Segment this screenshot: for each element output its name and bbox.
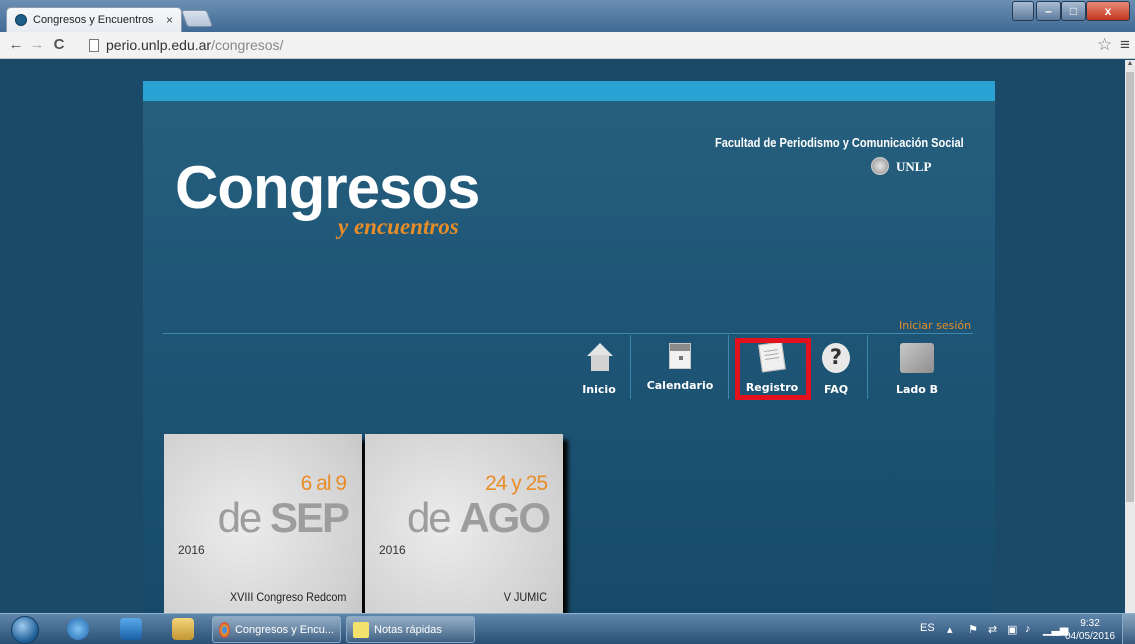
event-month-name: AGO <box>459 494 551 541</box>
event-month: de SEP <box>217 494 350 542</box>
maximize-button[interactable]: □ <box>1061 1 1086 21</box>
nav-separator <box>867 335 868 399</box>
window-titlebar: Congresos y Encuentros × – □ x <box>0 0 1135 32</box>
scrollbar-thumb[interactable] <box>1126 72 1134 502</box>
device-icon[interactable]: ▣ <box>1007 623 1019 636</box>
nav-label: FAQ <box>823 383 849 396</box>
lado-b-icon <box>900 343 934 373</box>
site-sublogo: y encuentros <box>338 214 459 239</box>
site-logo[interactable]: Congresos <box>175 153 480 222</box>
home-icon <box>585 343 613 373</box>
sticky-notes-icon <box>353 621 369 638</box>
signal-icon[interactable]: ▁▃▅ <box>1043 623 1068 636</box>
system-clock[interactable]: 9:32 04/05/2016 <box>1065 617 1115 643</box>
event-month-name: SEP <box>269 494 350 541</box>
chrome-icon <box>219 621 230 638</box>
nav-lado-b[interactable]: Lado B <box>893 343 941 403</box>
taskbar-chrome-window[interactable]: Congresos y Encu... <box>212 616 341 643</box>
event-year: 2016 <box>178 543 205 557</box>
volume-icon[interactable]: ♪ <box>1025 623 1037 635</box>
header-divider <box>163 333 973 334</box>
internet-explorer-icon[interactable] <box>67 618 89 640</box>
nav-calendario[interactable]: Calendario <box>646 343 714 403</box>
page-viewport: Congresos y encuentros Facultad de Perio… <box>0 60 1125 613</box>
file-explorer-icon[interactable] <box>172 618 194 640</box>
media-player-icon[interactable] <box>120 618 142 640</box>
faculty-name[interactable]: Facultad de Periodismo y Comunicación So… <box>715 135 964 150</box>
taskbar-task-label: Notas rápidas <box>374 623 442 636</box>
nav-inicio[interactable]: Inicio <box>579 343 619 403</box>
language-indicator[interactable]: ES <box>920 622 935 634</box>
nav-separator <box>728 335 729 399</box>
page-icon <box>89 39 99 52</box>
taskbar-notes-window[interactable]: Notas rápidas <box>346 616 475 643</box>
event-date-range: 24 y 25 <box>485 472 548 495</box>
start-button[interactable] <box>11 616 39 644</box>
url-path: /congresos/ <box>211 37 284 53</box>
university-name[interactable]: UNLP <box>896 159 931 175</box>
event-name: V JUMIC <box>503 590 547 604</box>
site-container: Congresos y encuentros Facultad de Perio… <box>143 81 995 613</box>
event-month-prefix: de <box>217 494 263 541</box>
vertical-scrollbar[interactable]: ▲ <box>1125 60 1135 613</box>
action-center-flag-icon[interactable]: ⚑ <box>968 623 980 636</box>
event-card-jumic[interactable]: 24 y 25 de AGO 2016 V JUMIC <box>365 434 563 613</box>
unlp-seal-icon <box>871 157 889 175</box>
close-window-button[interactable]: x <box>1086 1 1130 21</box>
question-icon: ? <box>822 343 850 373</box>
minimize-button[interactable]: – <box>1036 1 1061 21</box>
browser-tab[interactable]: Congresos y Encuentros × <box>6 7 182 32</box>
event-month: de AGO <box>406 494 551 542</box>
event-card-redcom[interactable]: 6 al 9 de SEP 2016 XVIII Congreso Redcom <box>164 434 362 613</box>
taskbar-task-label: Congresos y Encu... <box>234 623 334 636</box>
windows-taskbar: Congresos y Encu... Notas rápidas ES ▴ ⚑… <box>0 613 1135 644</box>
new-tab-button[interactable] <box>180 10 214 27</box>
nav-label: Lado B <box>895 383 939 396</box>
network-sync-icon[interactable]: ⇄ <box>988 623 1000 636</box>
scroll-up-icon[interactable]: ▲ <box>1125 60 1135 70</box>
event-year: 2016 <box>379 543 406 557</box>
browser-toolbar: ← → C perio.unlp.edu.ar/congresos/ ☆ ≡ <box>0 32 1135 59</box>
nav-faq[interactable]: ? FAQ <box>818 343 854 403</box>
reload-icon[interactable]: C <box>50 36 68 53</box>
browser-menu-icon[interactable]: ≡ <box>1120 35 1130 55</box>
window-extra-button[interactable] <box>1012 1 1034 21</box>
address-bar[interactable]: perio.unlp.edu.ar/congresos/ <box>106 37 283 53</box>
forward-icon[interactable]: → <box>28 36 46 53</box>
nav-separator <box>630 335 631 399</box>
url-host: perio.unlp.edu.ar <box>106 37 212 53</box>
tab-title: Congresos y Encuentros <box>33 14 154 26</box>
site-favicon-icon <box>15 14 27 26</box>
login-link[interactable]: Iniciar sesión <box>899 319 971 332</box>
event-month-prefix: de <box>406 494 452 541</box>
tab-close-icon[interactable]: × <box>166 13 173 27</box>
nav-label: Inicio <box>582 383 616 396</box>
clock-date: 04/05/2016 <box>1065 631 1116 642</box>
site-top-bar <box>143 81 995 101</box>
show-desktop-button[interactable] <box>1122 614 1135 644</box>
event-date-range: 6 al 9 <box>300 472 347 495</box>
event-name: XVIII Congreso Redcom <box>229 590 346 604</box>
calendar-icon <box>669 343 691 369</box>
clock-time: 9:32 <box>1080 618 1100 629</box>
nav-label: Calendario <box>646 379 714 392</box>
registro-highlight-box <box>735 338 811 400</box>
bookmark-star-icon[interactable]: ☆ <box>1097 35 1112 55</box>
back-icon[interactable]: ← <box>7 36 25 53</box>
show-hidden-icons-icon[interactable]: ▴ <box>947 623 959 636</box>
